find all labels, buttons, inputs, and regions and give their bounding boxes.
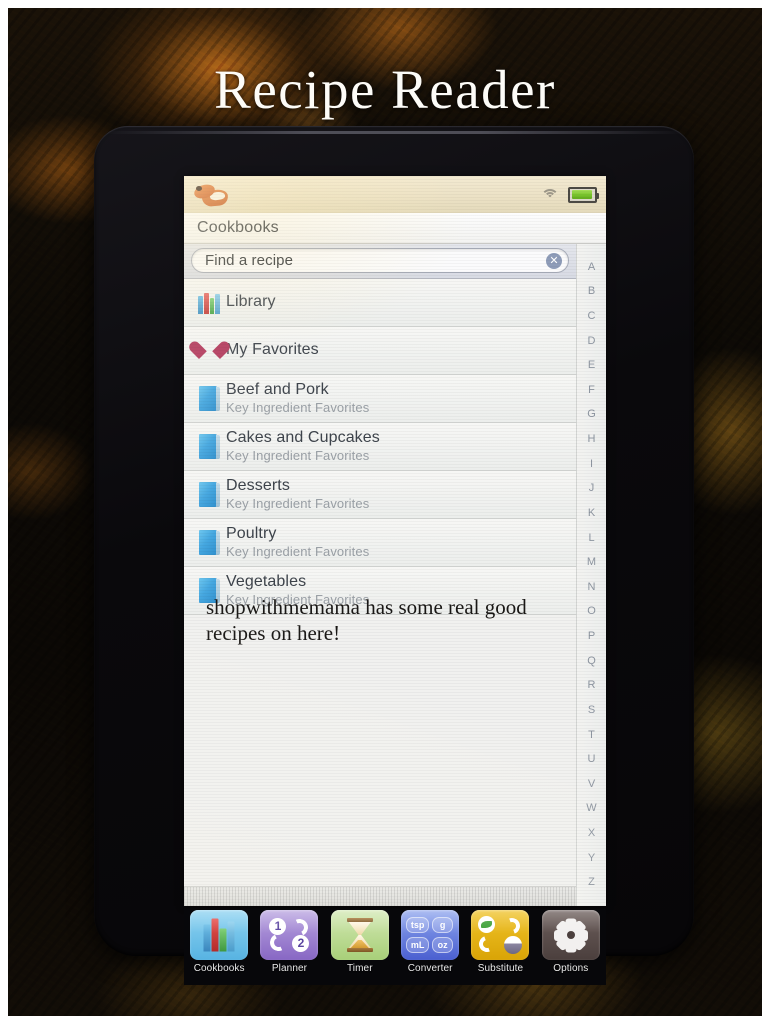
status-icons xyxy=(540,186,599,203)
alpha-index-letter[interactable]: O xyxy=(587,606,596,617)
search-placeholder: Find a recipe xyxy=(205,252,294,269)
dock-label: Timer xyxy=(346,963,373,974)
alpha-index-letter[interactable]: C xyxy=(588,310,596,322)
dock-item-cookbooks[interactable]: Cookbooks xyxy=(184,909,254,985)
dock-label: Converter xyxy=(407,963,453,974)
status-bar xyxy=(184,176,606,213)
alpha-index-letter[interactable]: K xyxy=(588,507,595,519)
cookbook-title: Beef and Pork xyxy=(226,381,329,398)
list-item-desserts[interactable]: Desserts Key Ingredient Favorites xyxy=(184,471,576,519)
list-item-library[interactable]: Library xyxy=(184,279,576,327)
cookbook-title: Desserts xyxy=(226,477,290,494)
cookbook-subtitle: Key Ingredient Favorites xyxy=(226,448,370,464)
units-icon[interactable]: tsp g mL oz xyxy=(401,910,460,960)
alpha-index-letter[interactable]: S xyxy=(588,704,595,716)
heart-icon xyxy=(192,341,226,361)
recycle-1-2-icon[interactable]: 1 2 xyxy=(260,910,319,960)
navbar-title: Cookbooks xyxy=(197,219,279,236)
list-column: Find a recipe ✕ Library My Favorites Bee… xyxy=(184,244,576,906)
alpha-index-letter[interactable]: B xyxy=(588,286,595,297)
cookbook-subtitle: Key Ingredient Favorites xyxy=(226,400,370,416)
navigation-bar: Cookbooks xyxy=(184,213,606,244)
clear-search-icon[interactable]: ✕ xyxy=(546,252,562,269)
alpha-index-letter[interactable]: P xyxy=(588,631,595,642)
unit-badge: oz xyxy=(432,937,454,953)
list-item-my-favorites[interactable]: My Favorites xyxy=(184,327,576,375)
alpha-index-letter[interactable]: D xyxy=(588,335,596,347)
book-icon xyxy=(192,386,226,411)
wifi-icon xyxy=(540,187,560,203)
planner-badge-one: 1 xyxy=(269,918,287,935)
cookbook-title: Vegetables xyxy=(226,573,307,590)
dock-item-timer[interactable]: Timer xyxy=(325,909,395,985)
alpha-index-letter[interactable]: L xyxy=(588,532,594,544)
device-screen: Cookbooks Find a recipe ✕ Library My Fav… xyxy=(184,176,606,906)
alpha-index-letter[interactable]: Q xyxy=(587,655,596,667)
screen-content: Find a recipe ✕ Library My Favorites Bee… xyxy=(184,244,606,906)
alpha-index-letter[interactable]: U xyxy=(588,754,596,765)
dock-label: Planner xyxy=(271,963,308,974)
hourglass-icon[interactable] xyxy=(330,910,389,960)
alpha-index-letter[interactable]: T xyxy=(588,729,595,741)
dock-item-planner[interactable]: 1 2 Planner xyxy=(254,909,324,985)
alpha-index-letter[interactable]: R xyxy=(588,680,596,691)
book-icon xyxy=(192,434,226,459)
alpha-index-letter[interactable]: V xyxy=(588,778,595,790)
battery-icon xyxy=(568,186,599,203)
cookbook-title: Poultry xyxy=(226,525,277,542)
dock-item-converter[interactable]: tsp g mL oz Converter xyxy=(395,909,465,985)
swap-icon[interactable] xyxy=(471,910,530,960)
list-item-label: Library xyxy=(226,293,276,311)
list-item-cakes-and-cupcakes[interactable]: Cakes and Cupcakes Key Ingredient Favori… xyxy=(184,423,576,471)
list-item-poultry[interactable]: Poultry Key Ingredient Favorites xyxy=(184,519,576,567)
planner-badge-two: 2 xyxy=(292,935,310,952)
dock-item-substitute[interactable]: Substitute xyxy=(465,909,535,985)
cookbook-subtitle: Key Ingredient Favorites xyxy=(226,496,370,512)
alpha-index-letter[interactable]: J xyxy=(589,483,595,494)
list-item-beef-and-pork[interactable]: Beef and Pork Key Ingredient Favorites xyxy=(184,375,576,423)
unit-badge: g xyxy=(432,917,454,933)
dock-label: Cookbooks xyxy=(193,963,245,974)
alpha-index-letter[interactable]: I xyxy=(590,458,593,470)
alpha-index-letter[interactable]: Z xyxy=(588,877,595,888)
page-title: Recipe Reader xyxy=(214,59,556,120)
dock-label: Options xyxy=(553,963,589,974)
search-row: Find a recipe ✕ xyxy=(184,244,576,279)
alpha-index-letter[interactable]: G xyxy=(587,409,596,420)
books-icon[interactable] xyxy=(190,910,249,960)
book-icon xyxy=(192,482,226,507)
book-icon xyxy=(192,530,226,555)
alphabet-index[interactable]: A B C D E F G H I J K L M N O P Q R S T … xyxy=(576,244,606,906)
alpha-index-letter[interactable]: X xyxy=(588,828,595,839)
search-input[interactable]: Find a recipe ✕ xyxy=(191,248,569,273)
cooking-pot-logo xyxy=(192,181,231,208)
alpha-index-letter[interactable]: A xyxy=(588,261,595,273)
tablet-device: Cookbooks Find a recipe ✕ Library My Fav… xyxy=(94,126,694,985)
cookbook-subtitle: Key Ingredient Favorites xyxy=(226,544,370,560)
cookbook-list: Library My Favorites Beef and Pork Key I… xyxy=(184,279,576,886)
gear-icon[interactable] xyxy=(541,910,600,960)
alpha-index-letter[interactable]: E xyxy=(588,360,595,371)
caption-overlay: shopwithmemama has some real good recipe… xyxy=(206,595,527,646)
alpha-index-letter[interactable]: M xyxy=(587,557,596,568)
screen-bottom-band xyxy=(184,886,576,906)
alpha-index-letter[interactable]: N xyxy=(588,581,596,593)
dock-item-options[interactable]: Options xyxy=(536,909,606,985)
unit-badge: tsp xyxy=(405,917,430,933)
list-item-label: My Favorites xyxy=(226,341,319,359)
alpha-index-letter[interactable]: Y xyxy=(588,852,595,864)
unit-badge: mL xyxy=(405,937,430,953)
dock-label: Substitute xyxy=(477,963,524,974)
alpha-index-letter[interactable]: W xyxy=(586,803,596,814)
photo-frame: Recipe Reader Cookbooks Find a recipe ✕ … xyxy=(0,0,770,1024)
alpha-index-letter[interactable]: F xyxy=(588,384,595,396)
cookbook-title: Cakes and Cupcakes xyxy=(226,429,380,446)
bottom-dock: Cookbooks 1 2 Planner Timer tsp g mL oz … xyxy=(184,909,606,985)
library-books-icon xyxy=(192,292,226,314)
alpha-index-letter[interactable]: H xyxy=(588,434,596,445)
